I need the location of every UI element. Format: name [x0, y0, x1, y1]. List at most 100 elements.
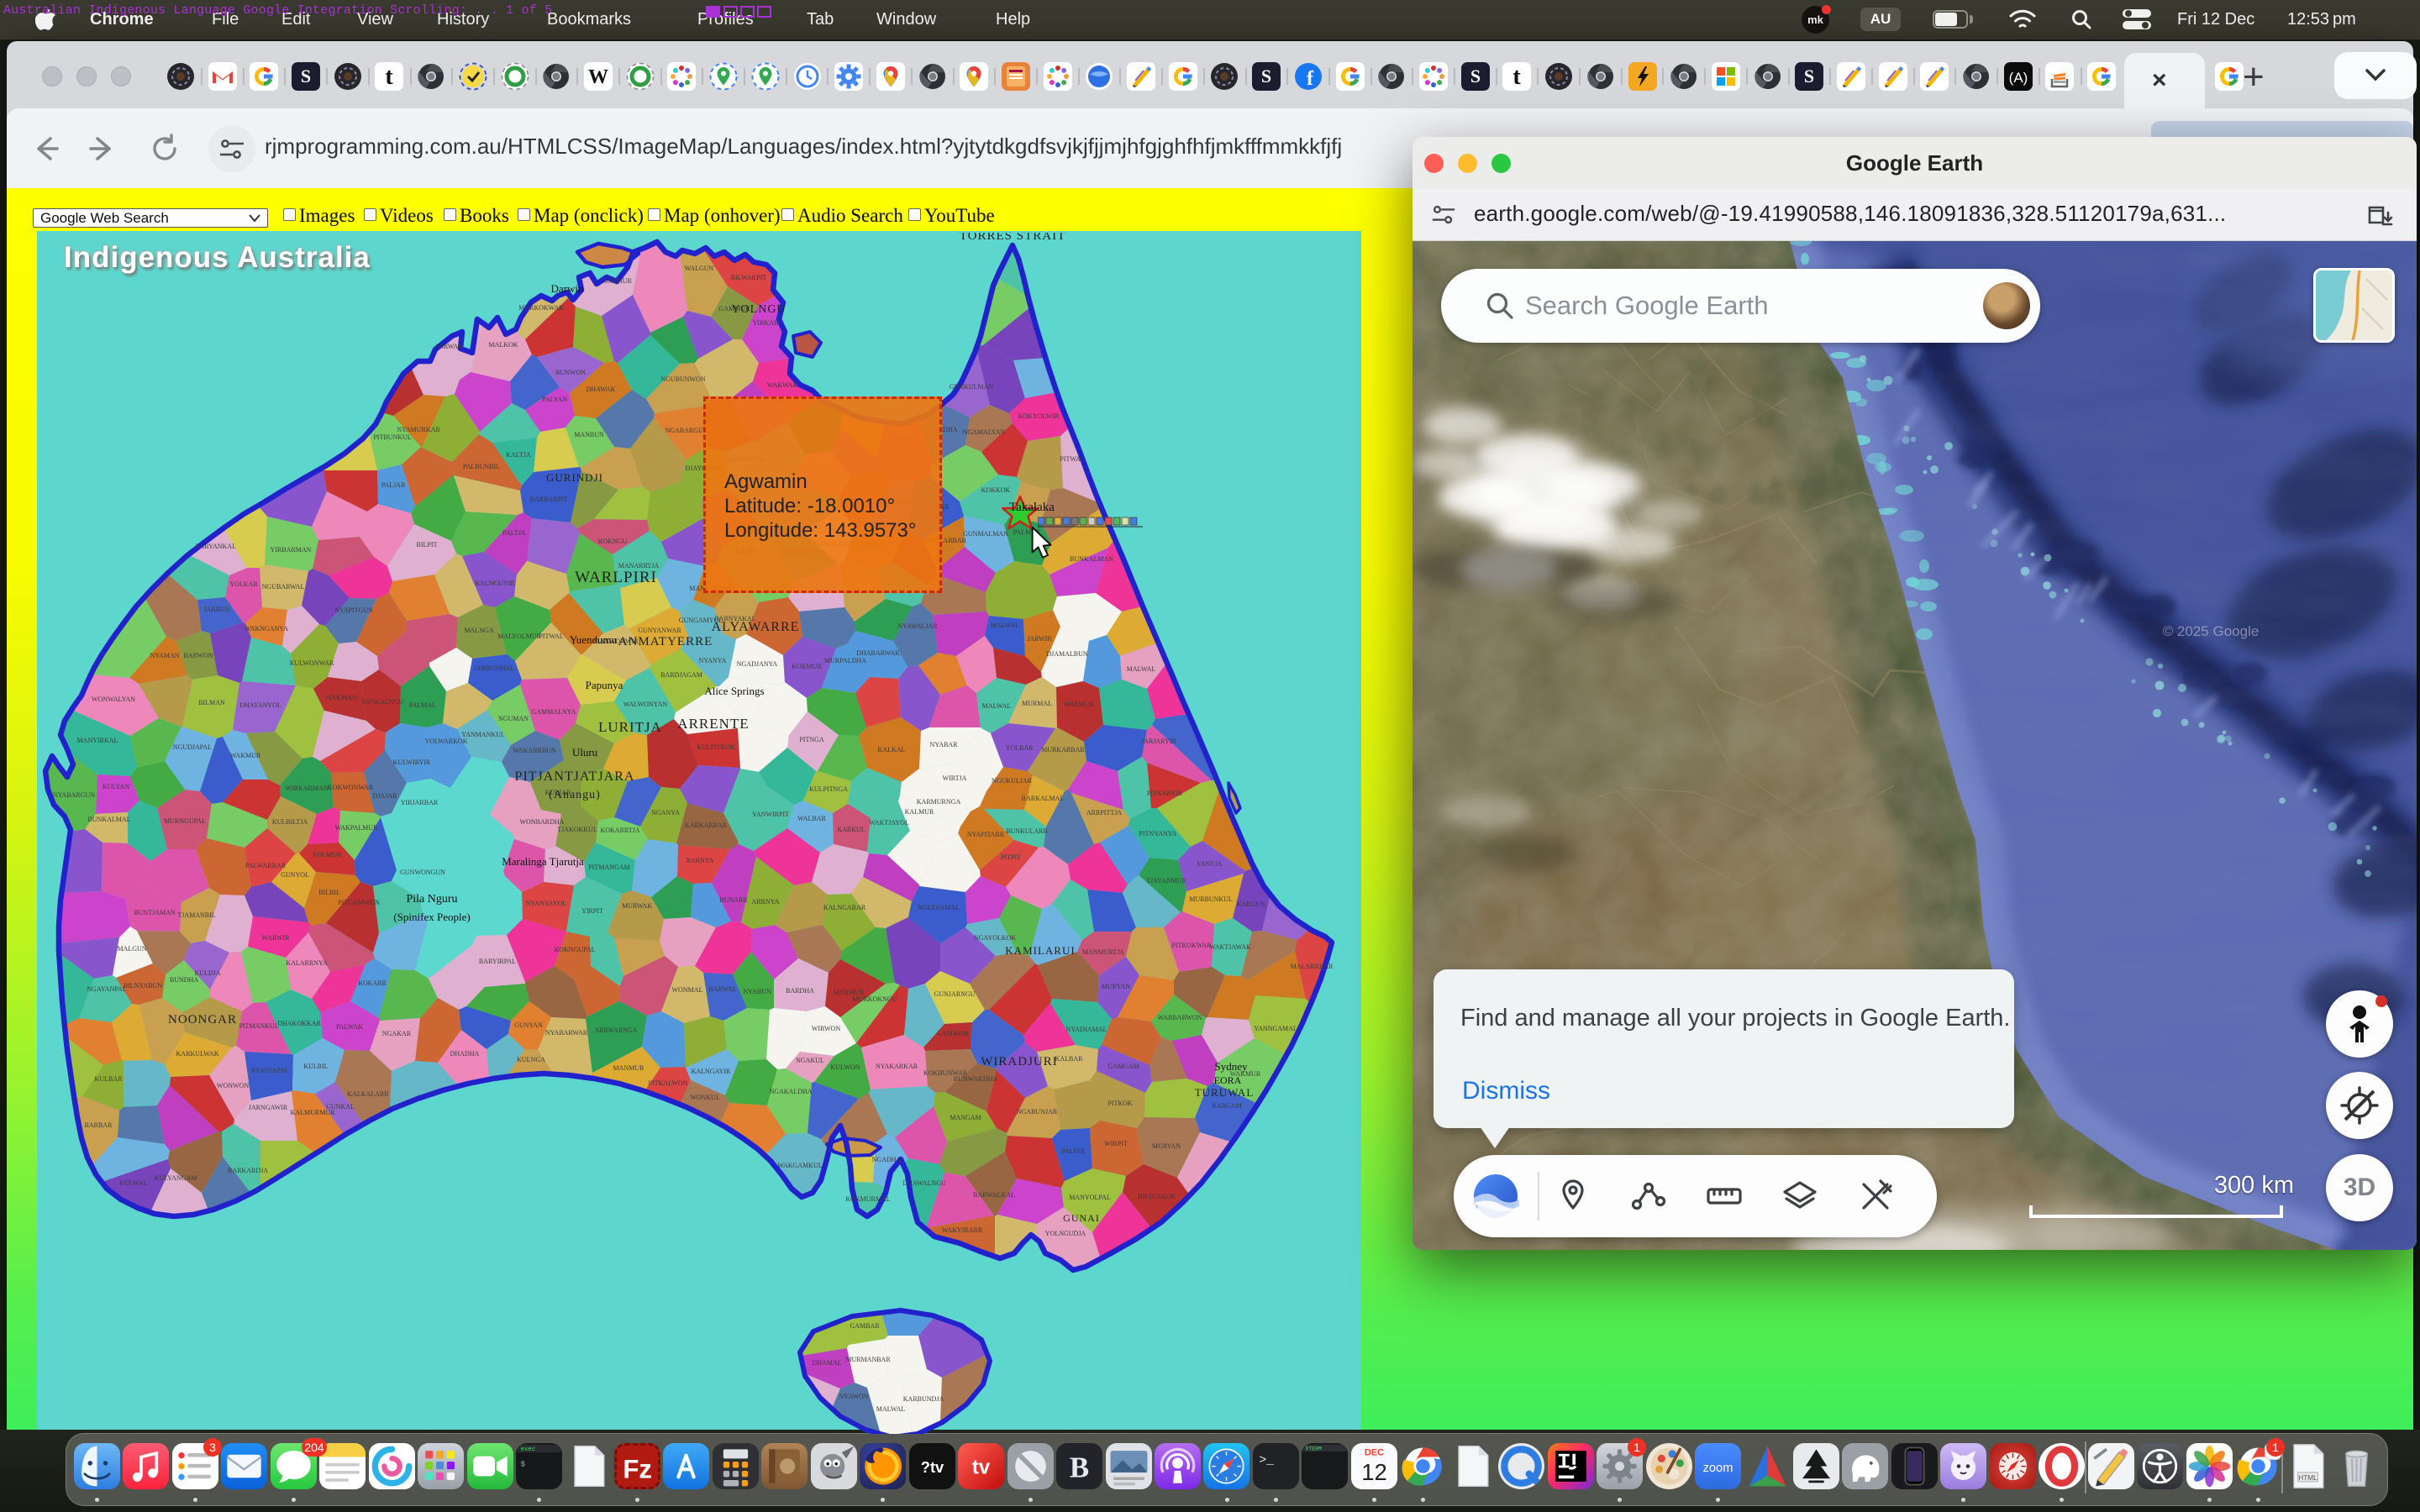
- svg-text:NGUKULJAR: NGUKULJAR: [992, 777, 1033, 785]
- svg-text:BILWAKPIT: BILWAKPIT: [731, 274, 767, 281]
- svg-text:BILDJAKOK: BILDJAKOK: [1139, 1193, 1176, 1200]
- svg-text:>_: >_: [1259, 1454, 1274, 1467]
- svg-text:WAKTJAWAK: WAKTJAWAK: [1209, 943, 1251, 951]
- svg-text:NGANYA: NGANYA: [651, 809, 680, 816]
- svg-text:YIRKAR: YIRKAR: [753, 319, 779, 327]
- svg-text:12: 12: [1361, 1459, 1387, 1485]
- svg-text:BARBAR: BARBAR: [85, 1121, 113, 1129]
- svg-text:NGUBUNWON: NGUBUNWON: [660, 375, 706, 383]
- svg-text:GUNKAL: GUNKAL: [326, 1103, 355, 1110]
- svg-text:PITMANKUL: PITMANKUL: [239, 1022, 278, 1030]
- svg-text:BARBARPIT: BARBARPIT: [530, 496, 568, 503]
- svg-text:NYABAR: NYABAR: [930, 741, 959, 748]
- svg-text:TJAKOKKUL: TJAKOKKUL: [557, 826, 597, 833]
- svg-text:NGUBARWAL: NGUBARWAL: [262, 583, 305, 591]
- svg-text:DHABARWAK: DHABARWAK: [856, 649, 900, 657]
- svg-text:JARNGAWIR: JARNGAWIR: [249, 1104, 288, 1111]
- svg-text:KULDJA: KULDJA: [194, 969, 220, 977]
- svg-text:KOKWONWAR: KOKWONWAR: [328, 784, 374, 791]
- svg-text:S: S: [1261, 66, 1271, 87]
- svg-text:KOKYOLWIR: KOKYOLWIR: [1018, 412, 1060, 420]
- svg-text:LURITJA: LURITJA: [598, 719, 662, 735]
- svg-text:NYABUN: NYABUN: [743, 988, 771, 995]
- svg-text:PITBUNKUL: PITBUNKUL: [373, 433, 411, 441]
- svg-text:ANMATYERRE: ANMATYERRE: [618, 635, 713, 648]
- svg-text:S: S: [301, 66, 311, 87]
- svg-text:KARKUL: KARKUL: [837, 826, 865, 833]
- svg-text:MALGUN: MALGUN: [117, 945, 146, 953]
- svg-text:MALWAL: MALWAL: [991, 622, 1020, 629]
- svg-text:NYANYA: NYANYA: [699, 657, 727, 664]
- svg-text:BARKARDJA: BARKARDJA: [228, 1167, 268, 1174]
- svg-text:DEC: DEC: [1365, 1448, 1384, 1458]
- svg-text:WAKYIRARR: WAKYIRARR: [942, 1226, 983, 1234]
- svg-text:KULPITNGA: KULPITNGA: [809, 785, 848, 793]
- svg-text:KALARRNYA: KALARRNYA: [286, 959, 328, 967]
- svg-text:BILMAN: BILMAN: [198, 699, 225, 706]
- svg-text:BARNYA: BARNYA: [687, 857, 714, 864]
- svg-text:KARKULWAK: KARKULWAK: [176, 1050, 219, 1058]
- svg-text:KULBIL: KULBIL: [303, 1063, 328, 1070]
- svg-text:DJAJAR: DJAJAR: [373, 792, 398, 800]
- svg-text:MALARRBAR: MALARRBAR: [1291, 963, 1334, 970]
- svg-text:WARBARWON: WARBARWON: [1158, 1014, 1202, 1021]
- svg-text:PITPIT: PITPIT: [1001, 853, 1021, 861]
- svg-text:MANMUR: MANMUR: [613, 1064, 645, 1072]
- svg-text:WALWONYAN: WALWONYAN: [623, 701, 668, 708]
- svg-text:JARJARYIR: JARJARYIR: [1141, 738, 1176, 745]
- svg-text:KALTJA: KALTJA: [506, 451, 531, 459]
- svg-text:YIRJARBAR: YIRJARBAR: [401, 799, 439, 806]
- svg-text:MURMAL: MURMAL: [1022, 700, 1052, 707]
- svg-text:WARMUR: WARMUR: [1064, 701, 1095, 708]
- svg-text:KULWIRYIR: KULWIRYIR: [393, 759, 431, 766]
- svg-text:MURMANBAR: MURMANBAR: [845, 1356, 891, 1363]
- svg-text:KOKBUNWAR: KOKBUNWAR: [923, 1069, 968, 1077]
- svg-text:WONKUL: WONKUL: [690, 1094, 720, 1101]
- svg-text:PALMAL: PALMAL: [409, 701, 436, 709]
- svg-text:KOKMUR: KOKMUR: [792, 663, 822, 670]
- svg-text:TJAMANBIL: TJAMANBIL: [177, 911, 215, 919]
- svg-text:YOLBAR: YOLBAR: [1006, 744, 1034, 752]
- svg-text:NYAWON: NYAWON: [839, 1393, 869, 1400]
- svg-text:f: f: [1307, 68, 1314, 90]
- svg-text:ARRENTE: ARRENTE: [677, 716, 749, 732]
- svg-text:PITKOKWAR: PITKOKWAR: [1171, 942, 1212, 949]
- svg-text:MALKOK: MALKOK: [488, 341, 518, 349]
- svg-text:GAMGAM: GAMGAM: [1107, 1063, 1139, 1070]
- svg-text:PITKARYIR: PITKARYIR: [1147, 790, 1183, 797]
- svg-text:MURPALDHA: MURPALDHA: [824, 657, 866, 664]
- svg-text:NYAPITGUN: NYAPITGUN: [334, 606, 373, 614]
- svg-text:MURKOKNGU: MURKOKNGU: [853, 995, 897, 1003]
- svg-text:KALNGABAR: KALNGABAR: [823, 904, 866, 911]
- svg-text:YIRPIT: YIRPIT: [581, 907, 603, 915]
- svg-text:PITKOK: PITKOK: [1107, 1100, 1133, 1107]
- svg-text:GUNYAN: GUNYAN: [514, 1021, 543, 1029]
- svg-text:WIRWON: WIRWON: [812, 1025, 840, 1032]
- svg-text:PITGAMWON: PITGAMWON: [338, 899, 380, 906]
- svg-text:PITNYANYA: PITNYANYA: [1139, 830, 1177, 837]
- svg-text:GUNWONGUN: GUNWONGUN: [400, 869, 445, 876]
- svg-text:NGUDJAMAL: NGUDJAMAL: [918, 904, 960, 911]
- svg-text:WIRYANKAL: WIRYANKAL: [196, 543, 236, 550]
- svg-text:Darwin: Darwin: [551, 282, 584, 295]
- svg-text:PITKALWON: PITKALWON: [649, 1079, 688, 1087]
- svg-text:PALWARBAR: PALWARBAR: [245, 862, 287, 869]
- svg-text:$: $: [521, 1460, 526, 1469]
- svg-text:GUNKULMAN: GUNKULMAN: [950, 383, 994, 391]
- svg-text:WIRADJURI: WIRADJURI: [981, 1055, 1058, 1068]
- svg-text:YOLWARKOK: YOLWARKOK: [425, 738, 468, 745]
- svg-text:YOLNGU: YOLNGU: [731, 303, 786, 316]
- svg-text:PALJAR: PALJAR: [381, 481, 406, 489]
- svg-text:KALNGUYIR: KALNGUYIR: [475, 580, 515, 587]
- svg-text:WAKPALMUR: WAKPALMUR: [335, 824, 378, 832]
- svg-text:MURKOKWAK: MURKOKWAK: [518, 304, 564, 312]
- svg-text:WONWON: WONWON: [217, 1082, 249, 1089]
- svg-text:Papunya: Papunya: [586, 679, 623, 691]
- svg-text:NOONGAR: NOONGAR: [168, 1013, 237, 1026]
- svg-text:tv: tv: [972, 1457, 991, 1479]
- svg-text:GAMWON: GAMWON: [937, 1030, 969, 1037]
- svg-text:MURYAN: MURYAN: [1102, 983, 1130, 990]
- svg-text:KARBUNDJA: KARBUNDJA: [903, 1395, 944, 1403]
- svg-text:MURYAN: MURYAN: [1152, 1142, 1181, 1150]
- svg-text:Maralinga Tjarutja: Maralinga Tjarutja: [502, 855, 584, 868]
